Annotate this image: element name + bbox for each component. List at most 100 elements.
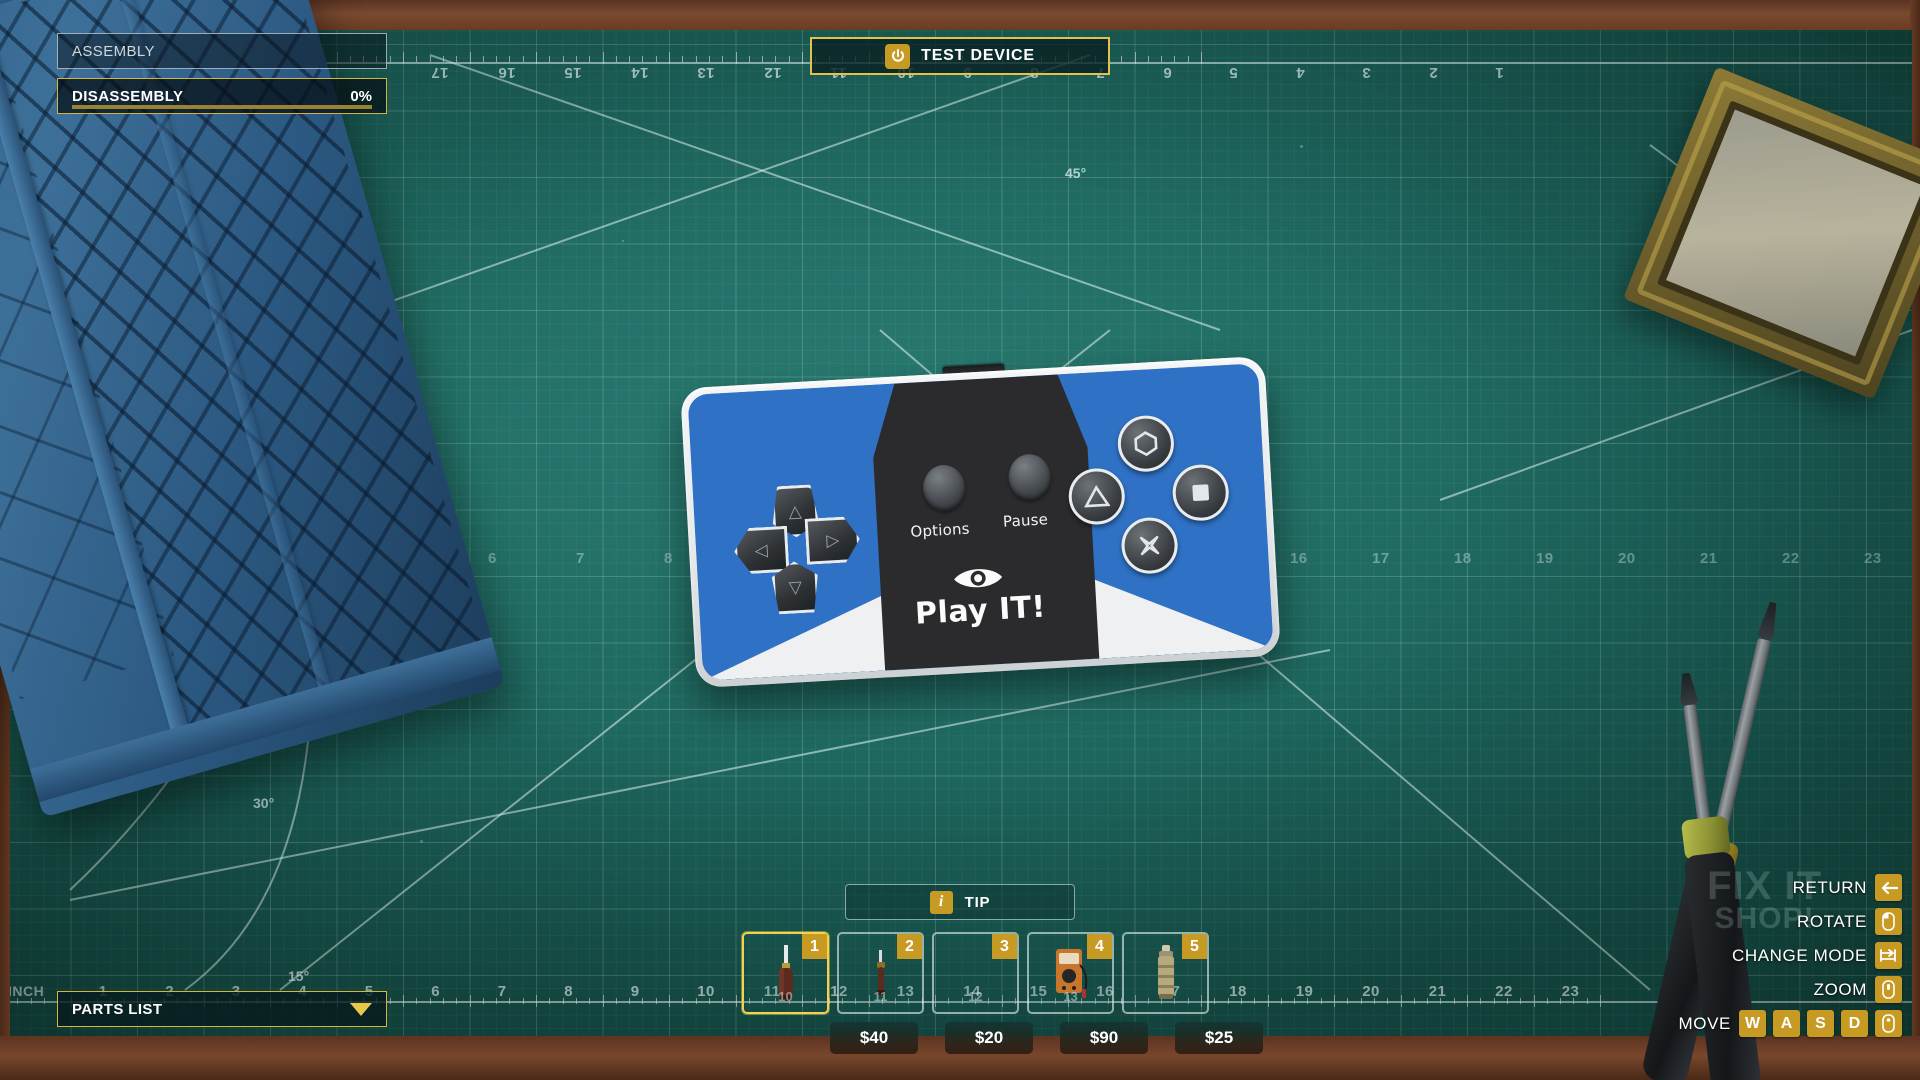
mat-mid-number: 21 (1700, 550, 1718, 567)
key-w[interactable]: W (1739, 1010, 1766, 1037)
power-icon (885, 43, 911, 69)
ruler-tick (629, 56, 631, 62)
mat-mid-number: 22 (1782, 550, 1800, 567)
dpad-right-button[interactable]: ▷ (805, 516, 861, 565)
device-dpad[interactable]: △ ◁ ▷ ▽ (735, 482, 862, 615)
ruler-tick (615, 56, 617, 62)
ruler-tick (682, 56, 684, 62)
inventory-slot-4[interactable]: 4 13 (1027, 932, 1114, 1014)
backspace-arrow-icon[interactable] (1875, 874, 1902, 901)
inventory-price-row: $40 $20 $90 $25 (830, 1022, 1263, 1054)
ruler-tick (575, 998, 577, 1004)
ruler-tick (602, 52, 604, 64)
ruler-tick (1347, 998, 1349, 1004)
inventory-slot-1[interactable]: 1 10 (742, 932, 829, 1014)
ruler-tick (1134, 52, 1136, 64)
ruler-tick (1413, 998, 1415, 1004)
key-a[interactable]: A (1773, 1010, 1800, 1037)
arrow-up-icon: △ (788, 501, 803, 522)
control-hint-keys (1875, 908, 1902, 935)
control-hint-return: RETURN (1679, 874, 1902, 901)
square-button[interactable] (1171, 463, 1231, 523)
control-hint-move: MOVE W A S D (1679, 1010, 1902, 1037)
ruler-tick (1227, 998, 1229, 1004)
ruler-tick (1573, 998, 1575, 1004)
ruler-tick-label: 5 (1229, 64, 1238, 81)
ruler-tick (1174, 56, 1176, 62)
ruler-tick (17, 998, 19, 1004)
inventory-hotbar[interactable]: 1 10 2 11 3 12 4 13 5 (742, 932, 1209, 1014)
triangle-button[interactable] (1067, 466, 1127, 526)
task-assembly[interactable]: ASSEMBLY (57, 33, 387, 69)
ruler-tick (802, 52, 803, 64)
inventory-slot-3[interactable]: 3 12 (932, 932, 1019, 1014)
ruler-tick-label: 12 (763, 64, 782, 81)
test-device-button[interactable]: TEST DEVICE (810, 37, 1110, 75)
ruler-tick-label: 6 (1162, 64, 1172, 81)
ruler-tick (1533, 995, 1535, 1007)
x-cross-icon (1139, 535, 1160, 556)
mouse-wheel-icon[interactable] (1875, 976, 1902, 1003)
inventory-slot-ghost-number: 13 (1063, 989, 1078, 1004)
ruler-tick (536, 52, 537, 64)
mat-mid-number: 17 (1372, 550, 1390, 567)
ruler-tick (1187, 56, 1189, 62)
ruler-unit-label: INCH (10, 983, 45, 999)
key-d[interactable]: D (1841, 1010, 1868, 1037)
parts-list-button[interactable]: PARTS LIST (57, 991, 387, 1027)
control-hint-label: CHANGE MODE (1731, 945, 1867, 965)
inventory-slot-2[interactable]: 2 11 (837, 932, 924, 1014)
tab-key-icon[interactable] (1875, 942, 1902, 969)
dpad-left-button[interactable]: ◁ (733, 526, 789, 575)
inventory-slot-number: 4 (1087, 934, 1112, 959)
ruler-tick (522, 56, 524, 62)
inventory-slot-number: 1 (802, 934, 827, 959)
task-disassembly[interactable]: DISASSEMBLY 0% (57, 78, 387, 114)
ruler-tick (389, 998, 391, 1004)
control-hint-rotate: ROTATE (1679, 908, 1902, 935)
control-hint-label: ROTATE (1796, 911, 1867, 931)
arrow-left-icon: ◁ (754, 540, 769, 561)
ruler-tick (1334, 995, 1335, 1007)
ruler-tick (509, 998, 511, 1004)
ruler-tick (536, 995, 537, 1007)
mat-mid-number: 19 (1536, 550, 1554, 567)
ruler-tick (695, 998, 697, 1004)
ruler-tick-label: 9 (630, 983, 640, 1000)
x-cross-button[interactable] (1120, 516, 1180, 576)
angle-label-15: 15° (288, 968, 310, 984)
ruler-tick (1161, 56, 1163, 62)
ruler-tick (1360, 998, 1362, 1004)
ruler-tick (1147, 56, 1149, 62)
key-s[interactable]: S (1807, 1010, 1834, 1037)
ruler-tick (1560, 998, 1562, 1004)
ruler-tick (456, 56, 458, 62)
inventory-price-tag: $40 (830, 1022, 918, 1054)
ruler-tick (1506, 998, 1508, 1004)
ruler-tick (1586, 998, 1588, 1004)
inventory-slot-5[interactable]: 5 (1122, 932, 1209, 1014)
control-hint-keys (1875, 942, 1902, 969)
ruler-tick (416, 998, 418, 1004)
ruler-tick (1121, 56, 1123, 62)
ruler-tick (762, 56, 764, 62)
ruler-tick (429, 56, 431, 62)
mouse-move-icon[interactable] (1875, 1010, 1902, 1037)
ruler-tick-label: 4 (1295, 64, 1305, 81)
device-face-buttons[interactable] (1064, 411, 1234, 600)
tip-button[interactable]: i TIP (845, 884, 1075, 920)
game-screen: 60° 45° 30° 15° 45° 17161514131211109876… (0, 0, 1920, 1080)
control-hint-label: ZOOM (1813, 979, 1867, 999)
device-handheld-controller[interactable]: △ ◁ ▷ ▽ Options Pause Play IT! (680, 355, 1281, 689)
ruler-tick (1440, 998, 1442, 1004)
inventory-slot-ghost-number: 12 (968, 989, 983, 1004)
mat-mid-number: 8 (664, 550, 673, 567)
ruler-tick (442, 998, 444, 1004)
ruler-tick (735, 52, 737, 64)
mouse-left-icon[interactable] (1875, 908, 1902, 935)
ruler-tick (589, 56, 591, 62)
ruler-tick (642, 56, 644, 62)
hexagon-button[interactable] (1116, 414, 1176, 474)
ruler-tick-label: 8 (564, 983, 573, 1000)
task-assembly-label: ASSEMBLY (72, 42, 155, 60)
